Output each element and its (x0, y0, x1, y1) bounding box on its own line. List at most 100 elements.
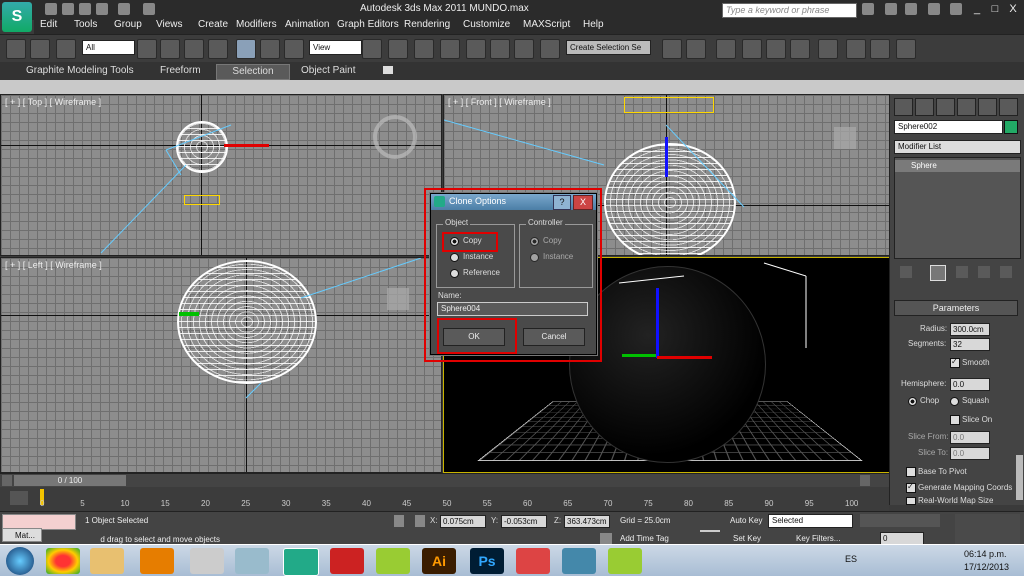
add-time-tag[interactable]: Add Time Tag (620, 534, 669, 543)
render-setup-icon[interactable] (846, 39, 866, 59)
absolute-mode-icon[interactable] (415, 515, 425, 527)
acrobat-icon[interactable] (330, 548, 364, 574)
open-icon[interactable] (62, 3, 74, 15)
new-icon[interactable] (45, 3, 57, 15)
curve-editor-icon[interactable] (766, 39, 786, 59)
selection-filter-select[interactable]: All (82, 40, 135, 55)
clock-time[interactable]: 06:14 p.m. (964, 549, 1007, 559)
radio-instance[interactable] (450, 253, 459, 262)
maximize-button[interactable]: □ (988, 2, 1002, 16)
rectangular-selection-icon[interactable] (184, 39, 204, 59)
menu-help[interactable]: Help (583, 19, 604, 30)
hierarchy-tab-icon[interactable] (936, 98, 955, 116)
menu-graph-editors[interactable]: Graph Editors (337, 19, 399, 30)
mirror-icon[interactable] (662, 39, 682, 59)
illustrator-icon[interactable]: Ai (422, 548, 456, 574)
auto-key-button[interactable]: Auto Key (730, 516, 762, 525)
name-input[interactable]: Sphere004 (437, 302, 588, 316)
stack-item-sphere[interactable]: Sphere (895, 160, 1020, 172)
redo-icon[interactable] (118, 3, 130, 15)
listener-minimized[interactable]: Mat... (2, 528, 42, 542)
radio-controller-instance[interactable] (530, 253, 539, 262)
set-key-button[interactable]: Set Key (733, 534, 761, 543)
segments-spinner[interactable]: 32 (950, 338, 990, 351)
radio-reference-label[interactable]: Reference (463, 268, 500, 277)
schematic-view-icon[interactable] (790, 39, 810, 59)
tab-freeform[interactable]: Freeform (154, 64, 207, 78)
tab-object-paint[interactable]: Object Paint (295, 64, 361, 78)
hemisphere-spinner[interactable]: 0.0 (950, 378, 990, 391)
spinner-snap-icon[interactable] (514, 39, 534, 59)
slice-on-label[interactable]: Slice On (962, 415, 992, 424)
manipulate-icon[interactable] (388, 39, 408, 59)
radio-reference[interactable] (450, 269, 459, 278)
base-to-pivot-checkbox[interactable] (906, 467, 916, 477)
smooth-checkbox[interactable] (950, 357, 960, 368)
squash-radio[interactable] (950, 397, 959, 406)
close-button[interactable]: X (1006, 2, 1020, 16)
lock-selection-icon[interactable] (394, 515, 404, 527)
real-world-checkbox[interactable] (906, 497, 916, 505)
chrome-icon[interactable] (46, 548, 80, 574)
pivot-center-icon[interactable] (362, 39, 382, 59)
help-icon[interactable] (950, 3, 962, 15)
track-bar[interactable]: 0 5 10 15 20 25 30 35 40 45 50 55 60 65 70 75 80 85 90 95 10… (0, 487, 889, 511)
base-to-pivot-label[interactable]: Base To Pivot (918, 467, 967, 476)
menu-modifiers[interactable]: Modifiers (236, 19, 277, 30)
real-world-label[interactable]: Real-World Map Size (918, 496, 993, 505)
pictures-icon[interactable] (562, 548, 596, 574)
reference-coordinate-select[interactable]: View (309, 40, 362, 55)
communication-center-icon[interactable] (885, 3, 897, 15)
explorer-icon[interactable] (90, 548, 124, 574)
key-mode-select[interactable]: Selected (768, 514, 853, 528)
pin-stack-icon[interactable] (900, 266, 912, 278)
time-slider-thumb[interactable]: 0 / 100 (14, 475, 126, 486)
time-slider[interactable]: 0 / 100 (0, 473, 889, 488)
dialog-close-button[interactable]: X (573, 195, 593, 210)
viewport-navigation-controls[interactable] (955, 514, 1020, 544)
menu-create[interactable]: Create (198, 19, 228, 30)
select-and-link-icon[interactable] (6, 39, 26, 59)
slice-on-checkbox[interactable] (950, 415, 960, 425)
corel-icon[interactable] (376, 548, 410, 574)
key-filters-button[interactable]: Key Filters... (796, 534, 840, 543)
infocenter-search-icon[interactable] (862, 3, 874, 15)
search-input[interactable]: Type a keyword or phrase (722, 3, 857, 18)
smooth-label[interactable]: Smooth (962, 358, 990, 367)
percent-snap-icon[interactable] (490, 39, 510, 59)
remove-modifier-icon[interactable] (978, 266, 990, 278)
cancel-button[interactable]: Cancel (523, 328, 585, 346)
app-logo-icon[interactable]: S (2, 2, 32, 32)
notes-icon[interactable] (235, 548, 269, 574)
menu-customize[interactable]: Customize (463, 19, 510, 30)
save-icon[interactable] (79, 3, 91, 15)
app-icon[interactable] (516, 548, 550, 574)
3dsmax-task-icon[interactable] (283, 548, 319, 576)
menu-maxscript[interactable]: MAXScript (523, 19, 570, 30)
make-unique-icon[interactable] (956, 266, 968, 278)
time-tag-icon[interactable] (600, 533, 612, 544)
favorites-icon[interactable] (905, 3, 917, 15)
dialog-help-button[interactable]: ? (553, 195, 571, 210)
minimize-button[interactable]: _ (970, 2, 984, 16)
window-crossing-icon[interactable] (208, 39, 228, 59)
radio-instance-label[interactable]: Instance (463, 252, 493, 261)
bind-space-warp-icon[interactable] (56, 39, 76, 59)
slider-right-arrow-icon[interactable] (860, 475, 870, 486)
display-tab-icon[interactable] (978, 98, 997, 116)
x-coordinate[interactable]: 0.075cm (440, 515, 486, 528)
viewport-left[interactable]: [ + ] [ Left ] [ Wireframe ] (0, 257, 442, 473)
material-editor-icon[interactable] (818, 39, 838, 59)
unlink-icon[interactable] (30, 39, 50, 59)
project-folder-icon[interactable] (143, 3, 155, 15)
panel-scrollbar[interactable] (1016, 455, 1023, 500)
edit-named-selection-icon[interactable] (540, 39, 560, 59)
calculator-icon[interactable] (190, 548, 224, 574)
clock-date[interactable]: 17/12/2013 (964, 562, 1009, 572)
select-object-icon[interactable] (137, 39, 157, 59)
angle-snap-icon[interactable] (466, 39, 486, 59)
snaps-toggle-icon[interactable] (440, 39, 460, 59)
radio-controller-copy-label[interactable]: Copy (543, 236, 562, 245)
media-player-icon[interactable] (140, 548, 174, 574)
select-and-scale-icon[interactable] (284, 39, 304, 59)
